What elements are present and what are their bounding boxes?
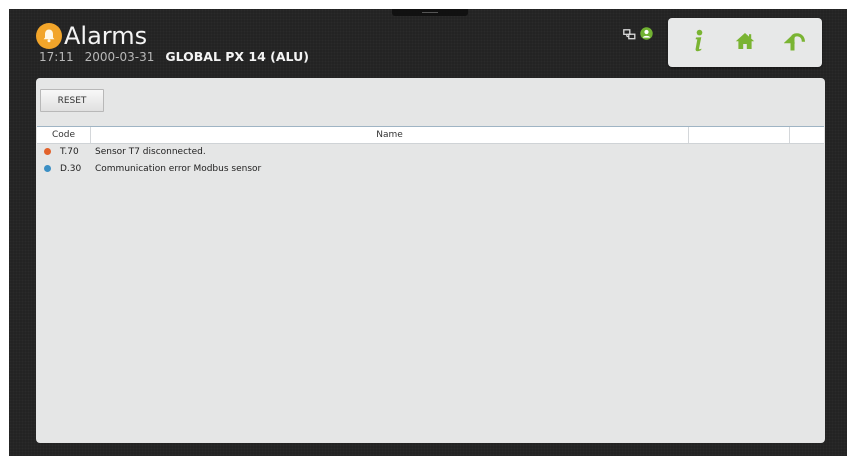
column-header-code[interactable]: Code: [37, 127, 91, 143]
alarms-panel: RESET Code Name T.70 Sensor T7 disconnec…: [36, 78, 825, 443]
status-icons: [623, 25, 653, 44]
bell-icon: [36, 23, 62, 49]
table-header: Code Name: [37, 126, 824, 144]
alarm-code: T.70: [60, 147, 79, 157]
nav-panel: [668, 18, 822, 67]
page-header: Alarms: [36, 19, 147, 53]
clock-time: 17:11: [39, 50, 74, 64]
column-header-extra-2[interactable]: [790, 127, 823, 143]
table-row[interactable]: T.70 Sensor T7 disconnected.: [37, 144, 824, 161]
table-row[interactable]: D.30 Communication error Modbus sensor: [37, 161, 824, 178]
top-notch: [392, 9, 468, 16]
user-icon: [640, 25, 653, 44]
alarm-code: D.30: [60, 164, 82, 174]
alarm-name: Sensor T7 disconnected.: [95, 147, 206, 157]
home-icon: [735, 32, 755, 54]
column-header-name[interactable]: Name: [91, 127, 689, 143]
alarm-name: Communication error Modbus sensor: [95, 164, 262, 174]
back-icon: [783, 30, 806, 56]
home-button[interactable]: [728, 26, 762, 60]
status-line: 17:11 2000-03-31 GLOBAL PX 14 (ALU): [39, 49, 320, 64]
reset-button[interactable]: RESET: [40, 89, 104, 112]
alarms-table: Code Name T.70 Sensor T7 disconnected. D…: [37, 126, 824, 178]
column-header-extra-1[interactable]: [689, 127, 790, 143]
back-button[interactable]: [778, 26, 812, 60]
page-title: Alarms: [64, 22, 148, 50]
status-dot-blue: [44, 165, 51, 172]
screen-frame: Alarms 17:11 2000-03-31 GLOBAL PX 14 (AL…: [9, 9, 847, 456]
status-dot-orange: [44, 148, 51, 155]
network-icon: [623, 25, 636, 44]
info-icon: [689, 29, 707, 57]
info-button[interactable]: [681, 26, 715, 60]
current-date: 2000-03-31: [84, 50, 155, 64]
device-name: GLOBAL PX 14 (ALU): [165, 49, 309, 64]
